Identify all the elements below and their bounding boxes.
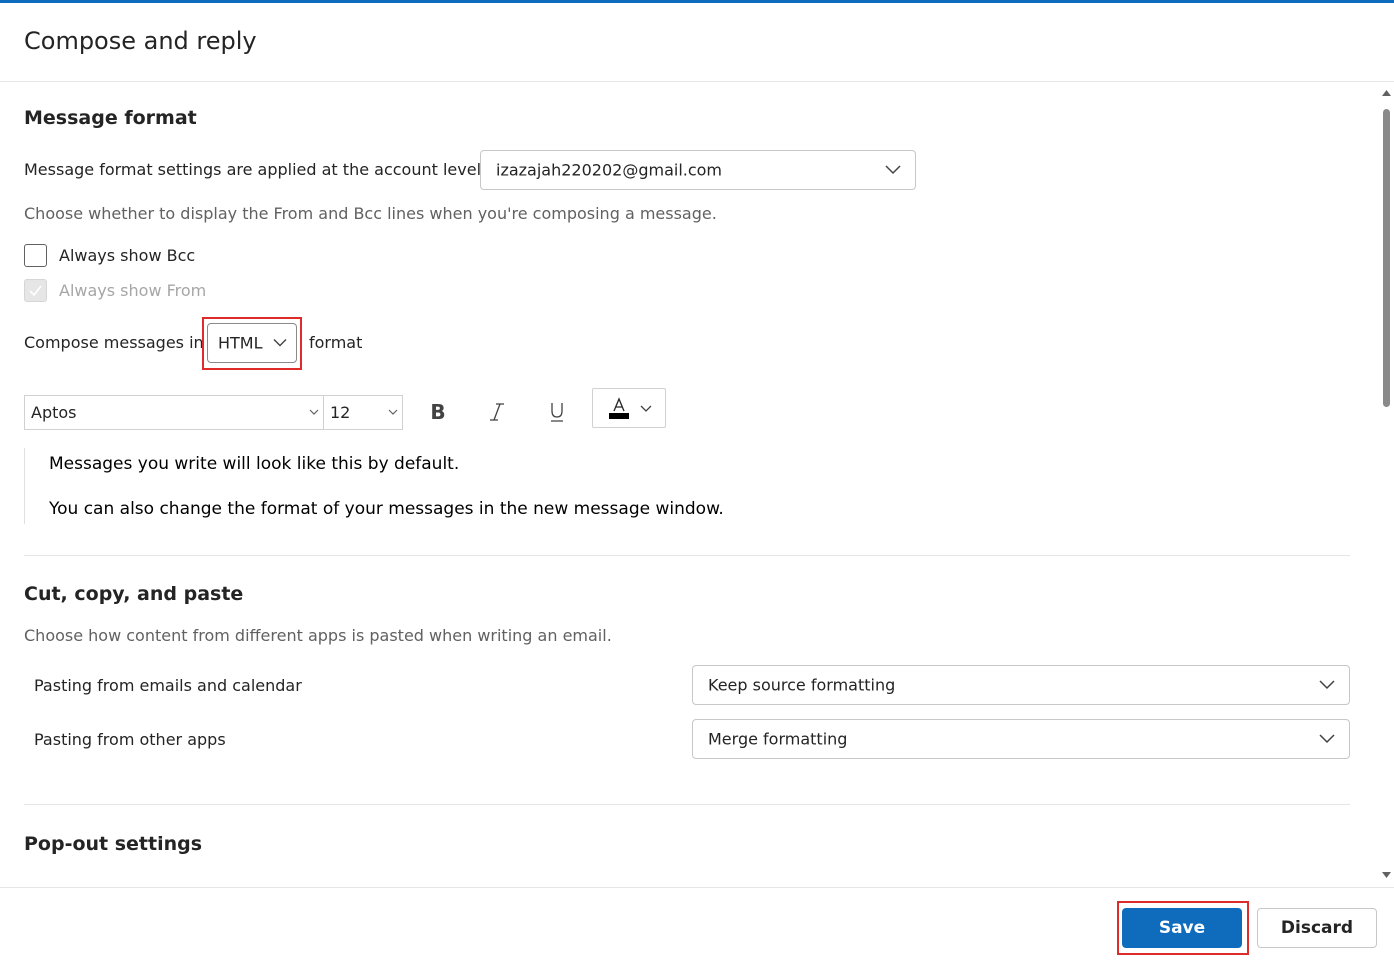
font-name-value: Aptos [31,403,77,422]
font-color-icon [609,397,629,419]
account-dropdown-value: izazajah220202@gmail.com [496,160,723,180]
scrollbar[interactable] [1379,82,1394,887]
paste-emails-dropdown[interactable]: Keep source formatting [692,665,1350,705]
chevron-down-icon [1319,680,1335,690]
font-size-dropdown[interactable]: 12 [323,395,403,430]
chevron-down-icon [1319,734,1335,744]
paste-emails-label: Pasting from emails and calendar [34,676,302,695]
underline-icon [551,403,563,422]
always-show-bcc-label: Always show Bcc [59,246,196,265]
format-highlight-box [202,317,302,370]
chevron-down-icon [640,405,652,412]
paste-emails-value: Keep source formatting [708,675,896,695]
font-name-dropdown[interactable]: Aptos [24,395,324,430]
chevron-down-icon [388,409,398,415]
italic-button[interactable] [479,394,515,430]
checkmark-icon [29,285,42,297]
always-show-from-label: Always show From [59,281,207,300]
from-bcc-hint: Choose whether to display the From and B… [24,204,717,223]
scroll-down-icon [1382,872,1391,878]
paste-other-dropdown[interactable]: Merge formatting [692,719,1350,759]
account-level-label: Message format settings are applied at t… [24,160,487,179]
paste-section-title: Cut, copy, and paste [24,583,244,605]
compose-messages-label: Compose messages in [24,333,204,352]
page-title: Compose and reply [24,27,257,55]
format-suffix-label: format [309,333,363,352]
section-divider [24,804,1350,805]
font-color-button[interactable] [592,388,666,428]
bold-icon: B [430,400,446,424]
account-dropdown[interactable]: izazajah220202@gmail.com [480,150,916,190]
preview-line-2: You can also change the format of your m… [49,499,724,519]
discard-button[interactable]: Discard [1257,908,1377,948]
paste-other-label: Pasting from other apps [34,730,226,749]
scroll-up-icon [1382,90,1391,96]
popout-section-title: Pop-out settings [24,833,203,855]
always-show-bcc-checkbox[interactable] [24,244,47,267]
paste-hint: Choose how content from different apps i… [24,626,612,645]
preview-line-1: Messages you write will look like this b… [49,454,460,474]
bold-button[interactable]: B [420,394,456,430]
italic-icon [490,403,504,421]
font-size-value: 12 [330,403,351,422]
chevron-down-icon [885,165,901,175]
section-divider [24,555,1350,556]
footer-bar: Save Discard [0,887,1394,966]
paste-other-value: Merge formatting [708,729,848,749]
always-show-from-checkbox [24,279,47,302]
save-highlight-box [1117,901,1249,955]
underline-button[interactable] [539,394,575,430]
message-format-title: Message format [24,107,197,129]
preview-bar [24,448,25,524]
page-header: Compose and reply [0,3,1394,82]
scroll-thumb[interactable] [1383,109,1390,407]
chevron-down-icon [309,409,319,415]
settings-content: Message format Message format settings a… [0,82,1378,887]
